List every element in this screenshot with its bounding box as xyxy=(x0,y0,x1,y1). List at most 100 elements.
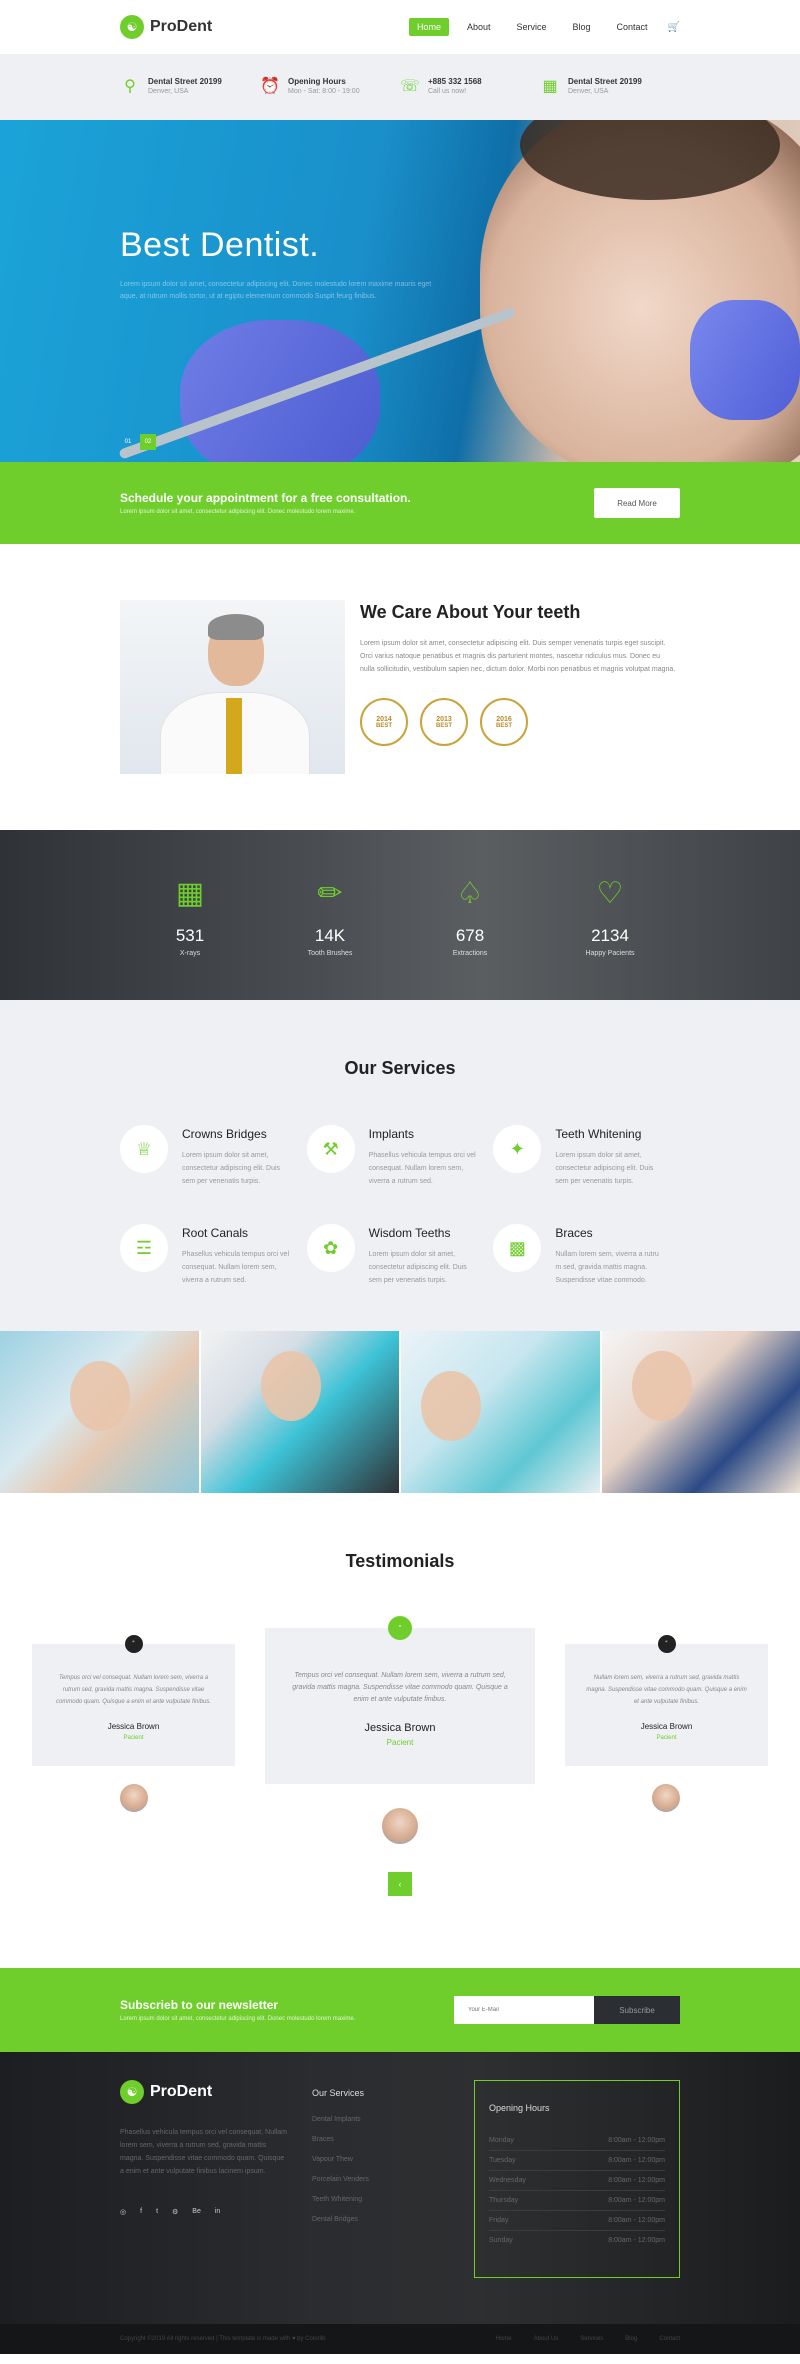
avatar-active[interactable] xyxy=(380,1806,420,1846)
award-label: BEST xyxy=(495,722,512,729)
slider-dot-2[interactable]: 02 xyxy=(140,434,156,450)
gallery-photo-child[interactable] xyxy=(601,1331,800,1493)
avatar[interactable] xyxy=(650,1782,682,1814)
copyright-text: Copyright ©2019 All rights reserved | Th… xyxy=(120,2336,326,2342)
testimonial-text: Tempus orci vel consequat. Nullam lorem … xyxy=(55,1675,212,1705)
footer-services-title: Our Services xyxy=(312,2088,365,2098)
stat-item: ♡ 2134 Happy Pacients xyxy=(555,874,665,957)
dribbble-icon[interactable]: ⚙ xyxy=(172,2208,178,2216)
service-title: Braces xyxy=(555,1226,593,1240)
footer-about-text: Phasellus vehicula tempus orci vel conse… xyxy=(120,2129,287,2175)
award-label: BEST xyxy=(435,722,452,729)
footer-bottom-link[interactable]: About Us xyxy=(534,2336,559,2342)
testimonial-role: Pacient xyxy=(123,1735,144,1741)
hours-day: Sunday xyxy=(489,2237,513,2244)
service-item[interactable]: ▩ Braces Nullam lorem sem, viverra a rutr… xyxy=(493,1224,680,1287)
gallery-face xyxy=(421,1371,481,1441)
testimonial-name: Jessica Brown xyxy=(107,1722,160,1731)
clock-icon: ⏰ xyxy=(260,78,280,95)
instagram-icon[interactable]: ◎ xyxy=(120,2208,126,2216)
twitter-icon[interactable]: t xyxy=(156,2208,158,2216)
behance-icon[interactable]: Be xyxy=(192,2208,201,2216)
footer-link[interactable]: Dental Implants xyxy=(312,2116,452,2123)
stat-item: ▦ 531 X-rays xyxy=(135,874,245,957)
testimonial-role: Pacient xyxy=(386,1738,414,1747)
service-item[interactable]: ♕ Crowns Bridges Lorem ipsum dolor sit am… xyxy=(120,1125,307,1188)
email-field[interactable] xyxy=(454,1996,594,2024)
hours-time: 8:00am - 12:00pm xyxy=(608,2157,665,2164)
info-sub: Call us now! xyxy=(428,88,467,95)
testimonial-card: “ Tempus orci vel consequat. Nullam lore… xyxy=(32,1635,235,1766)
stat-item: ✏ 14K Tooth Brushes xyxy=(275,874,385,957)
nav-about[interactable]: About xyxy=(459,18,499,36)
footer-logo[interactable]: ☯ ProDent xyxy=(120,2080,290,2104)
linkedin-icon[interactable]: in xyxy=(215,2208,220,2216)
wisdom-tooth-icon: ✿ xyxy=(306,1224,355,1272)
service-item[interactable]: ⚒ Implants Phasellus vehicula tempus orci… xyxy=(306,1125,494,1188)
xray-tooth-icon: ▦ xyxy=(175,876,205,910)
whitening-icon: ✦ xyxy=(493,1125,542,1173)
stat-value: 531 xyxy=(175,925,205,945)
nav-blog[interactable]: Blog xyxy=(565,18,599,36)
testimonial-text: Nullam lorem sem, viverra a rutrum sed, … xyxy=(586,1675,747,1705)
service-item[interactable]: ✿ Wisdom Teeths Lorem ipsum dolor sit ame… xyxy=(306,1224,494,1287)
facebook-icon[interactable]: f xyxy=(140,2208,142,2216)
gallery-photo-girl[interactable] xyxy=(0,1331,201,1493)
nav-service[interactable]: Service xyxy=(508,18,554,36)
hours-row: Tuesday 8:00am - 12:00pm xyxy=(489,2151,665,2171)
slider-dot-1[interactable]: 01 xyxy=(120,434,136,450)
gallery-face xyxy=(631,1351,692,1421)
footer-link[interactable]: Dental Bridges xyxy=(312,2216,452,2223)
testimonial-name: Jessica Brown xyxy=(640,1722,693,1731)
cart-icon[interactable]: 🛒 xyxy=(668,22,680,33)
read-more-button[interactable]: Read More xyxy=(594,488,680,518)
footer-bottom-link[interactable]: Blog xyxy=(625,2336,637,2342)
toothbrush-icon: ✏ xyxy=(317,876,343,910)
nav-home[interactable]: Home xyxy=(408,18,449,36)
footer-bottom-link[interactable]: Contact xyxy=(659,2336,680,2342)
service-item[interactable]: ☲ Root Canals Phasellus vehicula tempus o… xyxy=(120,1224,307,1287)
photo-gallery xyxy=(0,1331,800,1493)
avatar[interactable] xyxy=(118,1782,150,1814)
gallery-photo-xray[interactable] xyxy=(401,1331,602,1493)
footer-link[interactable]: Teeth Whitening xyxy=(312,2196,452,2203)
hours-time: 8:00am - 12:00pm xyxy=(608,2237,665,2244)
services-section: Our Services ♕ Crowns Bridges Lorem ipsum… xyxy=(0,1000,800,1331)
service-item[interactable]: ✦ Teeth Whitening Lorem ipsum dolor sit a… xyxy=(493,1125,680,1188)
testimonial-card: “ Nullam lorem sem, viverra a rutrum sed… xyxy=(565,1635,768,1766)
award-badge-icon: 2016 BEST xyxy=(480,698,528,746)
hours-day: Tuesday xyxy=(489,2157,516,2164)
footer-bottom-link[interactable]: Services xyxy=(580,2336,603,2342)
testimonials-section: Testimonials “ Tempus orci vel consequat… xyxy=(0,1493,800,1968)
footer-link[interactable]: Porcelain Venders xyxy=(312,2176,452,2183)
info-hours: ⏰ Opening Hours Mon - Sat: 8:00 - 19:00 xyxy=(260,77,400,97)
tooth-logo-icon: ☯ xyxy=(120,15,144,39)
newsletter-subtitle: Lorem ipsum dolor sit amet, consectetur … xyxy=(120,2016,356,2022)
service-text: Lorem ipsum dolor sit amet, consectetur … xyxy=(368,1251,467,1284)
award-year: 2013 xyxy=(436,715,452,723)
footer-link[interactable]: Vapour Thew xyxy=(312,2156,452,2163)
footer-link[interactable]: Braces xyxy=(312,2136,452,2143)
hours-row: Wednesday 8:00am - 12:00pm xyxy=(489,2171,665,2191)
footer-bottom-link[interactable]: Home xyxy=(496,2336,512,2342)
hours-time: 8:00am - 12:00pm xyxy=(608,2137,665,2144)
hours-day: Wednesday xyxy=(489,2177,526,2184)
service-text: Nullam lorem sem, viverra a rutru m sed,… xyxy=(555,1251,659,1284)
subscribe-button[interactable]: Subscribe xyxy=(594,1996,680,2024)
footer-bottom-bar: Copyright ©2019 All rights reserved | Th… xyxy=(0,2324,800,2354)
braces-icon: ▩ xyxy=(493,1224,542,1272)
award-label: BEST xyxy=(375,722,392,729)
hero-content: Best Dentist. Lorem ipsum dolor sit amet… xyxy=(120,226,440,303)
social-links: ◎ f t ⚙ Be in xyxy=(120,2208,290,2216)
info-title: Dental Street 20199 xyxy=(568,77,642,86)
nav-contact[interactable]: Contact xyxy=(609,18,656,36)
hours-day: Friday xyxy=(489,2217,509,2224)
logo[interactable]: ☯ ProDent xyxy=(120,15,212,39)
hours-row: Thursday 8:00am - 12:00pm xyxy=(489,2191,665,2211)
info-sub: Denver, USA xyxy=(148,88,189,95)
newsletter-section: Subscrieb to our newsletter Lorem ipsum … xyxy=(0,1968,800,2052)
stat-label: Happy Pacients xyxy=(585,949,635,957)
gallery-photo-dentist[interactable] xyxy=(200,1331,401,1493)
testimonial-text: Tempus orci vel consequat. Nullam lorem … xyxy=(292,1672,508,1703)
carousel-prev-button[interactable]: ‹ xyxy=(388,1872,412,1896)
